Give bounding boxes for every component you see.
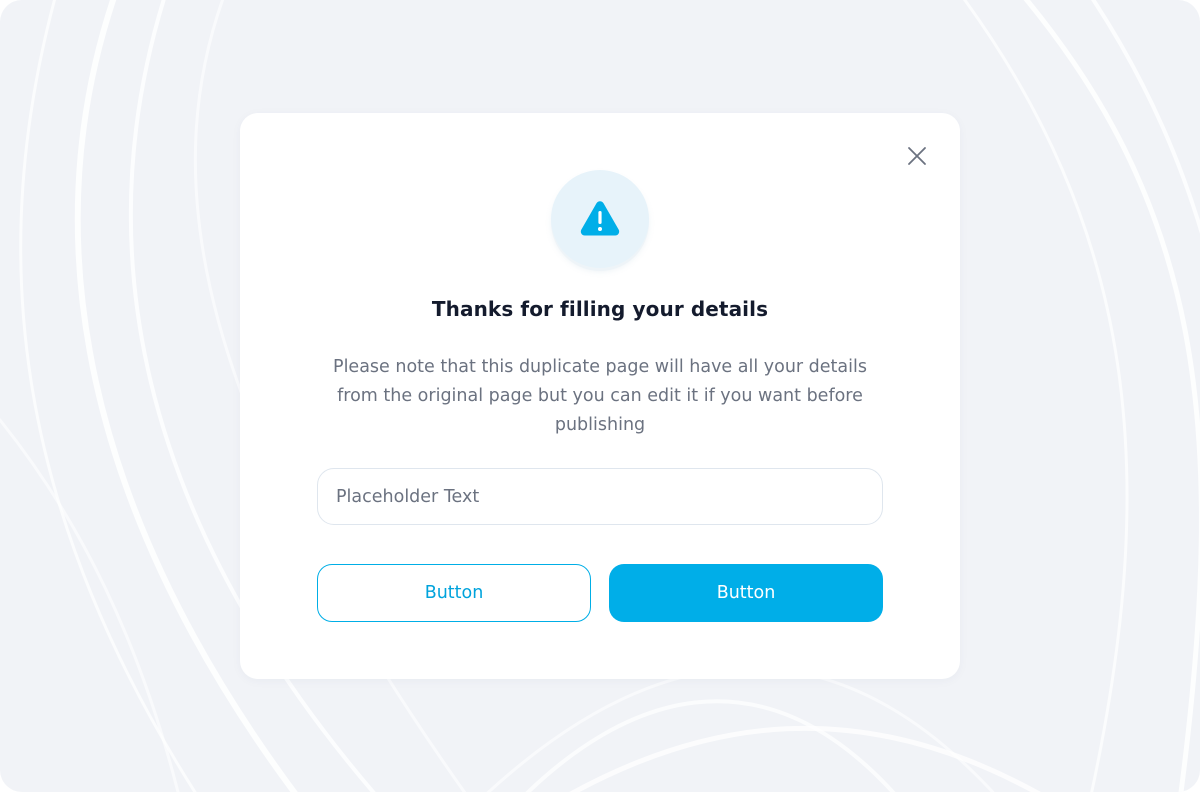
dialog-title: Thanks for filling your details bbox=[431, 297, 769, 321]
warning-triangle-icon bbox=[580, 201, 620, 236]
text-input[interactable] bbox=[317, 468, 883, 525]
primary-button[interactable]: Button bbox=[609, 564, 883, 622]
alert-badge bbox=[551, 170, 649, 268]
close-button[interactable] bbox=[904, 143, 930, 169]
secondary-button[interactable]: Button bbox=[317, 564, 591, 622]
dialog-message: Please note that this duplicate page wil… bbox=[333, 357, 867, 435]
close-icon bbox=[908, 147, 926, 165]
confirmation-dialog: Thanks for filling your details Please n… bbox=[240, 113, 960, 679]
app-background: Thanks for filling your details Please n… bbox=[0, 0, 1200, 792]
